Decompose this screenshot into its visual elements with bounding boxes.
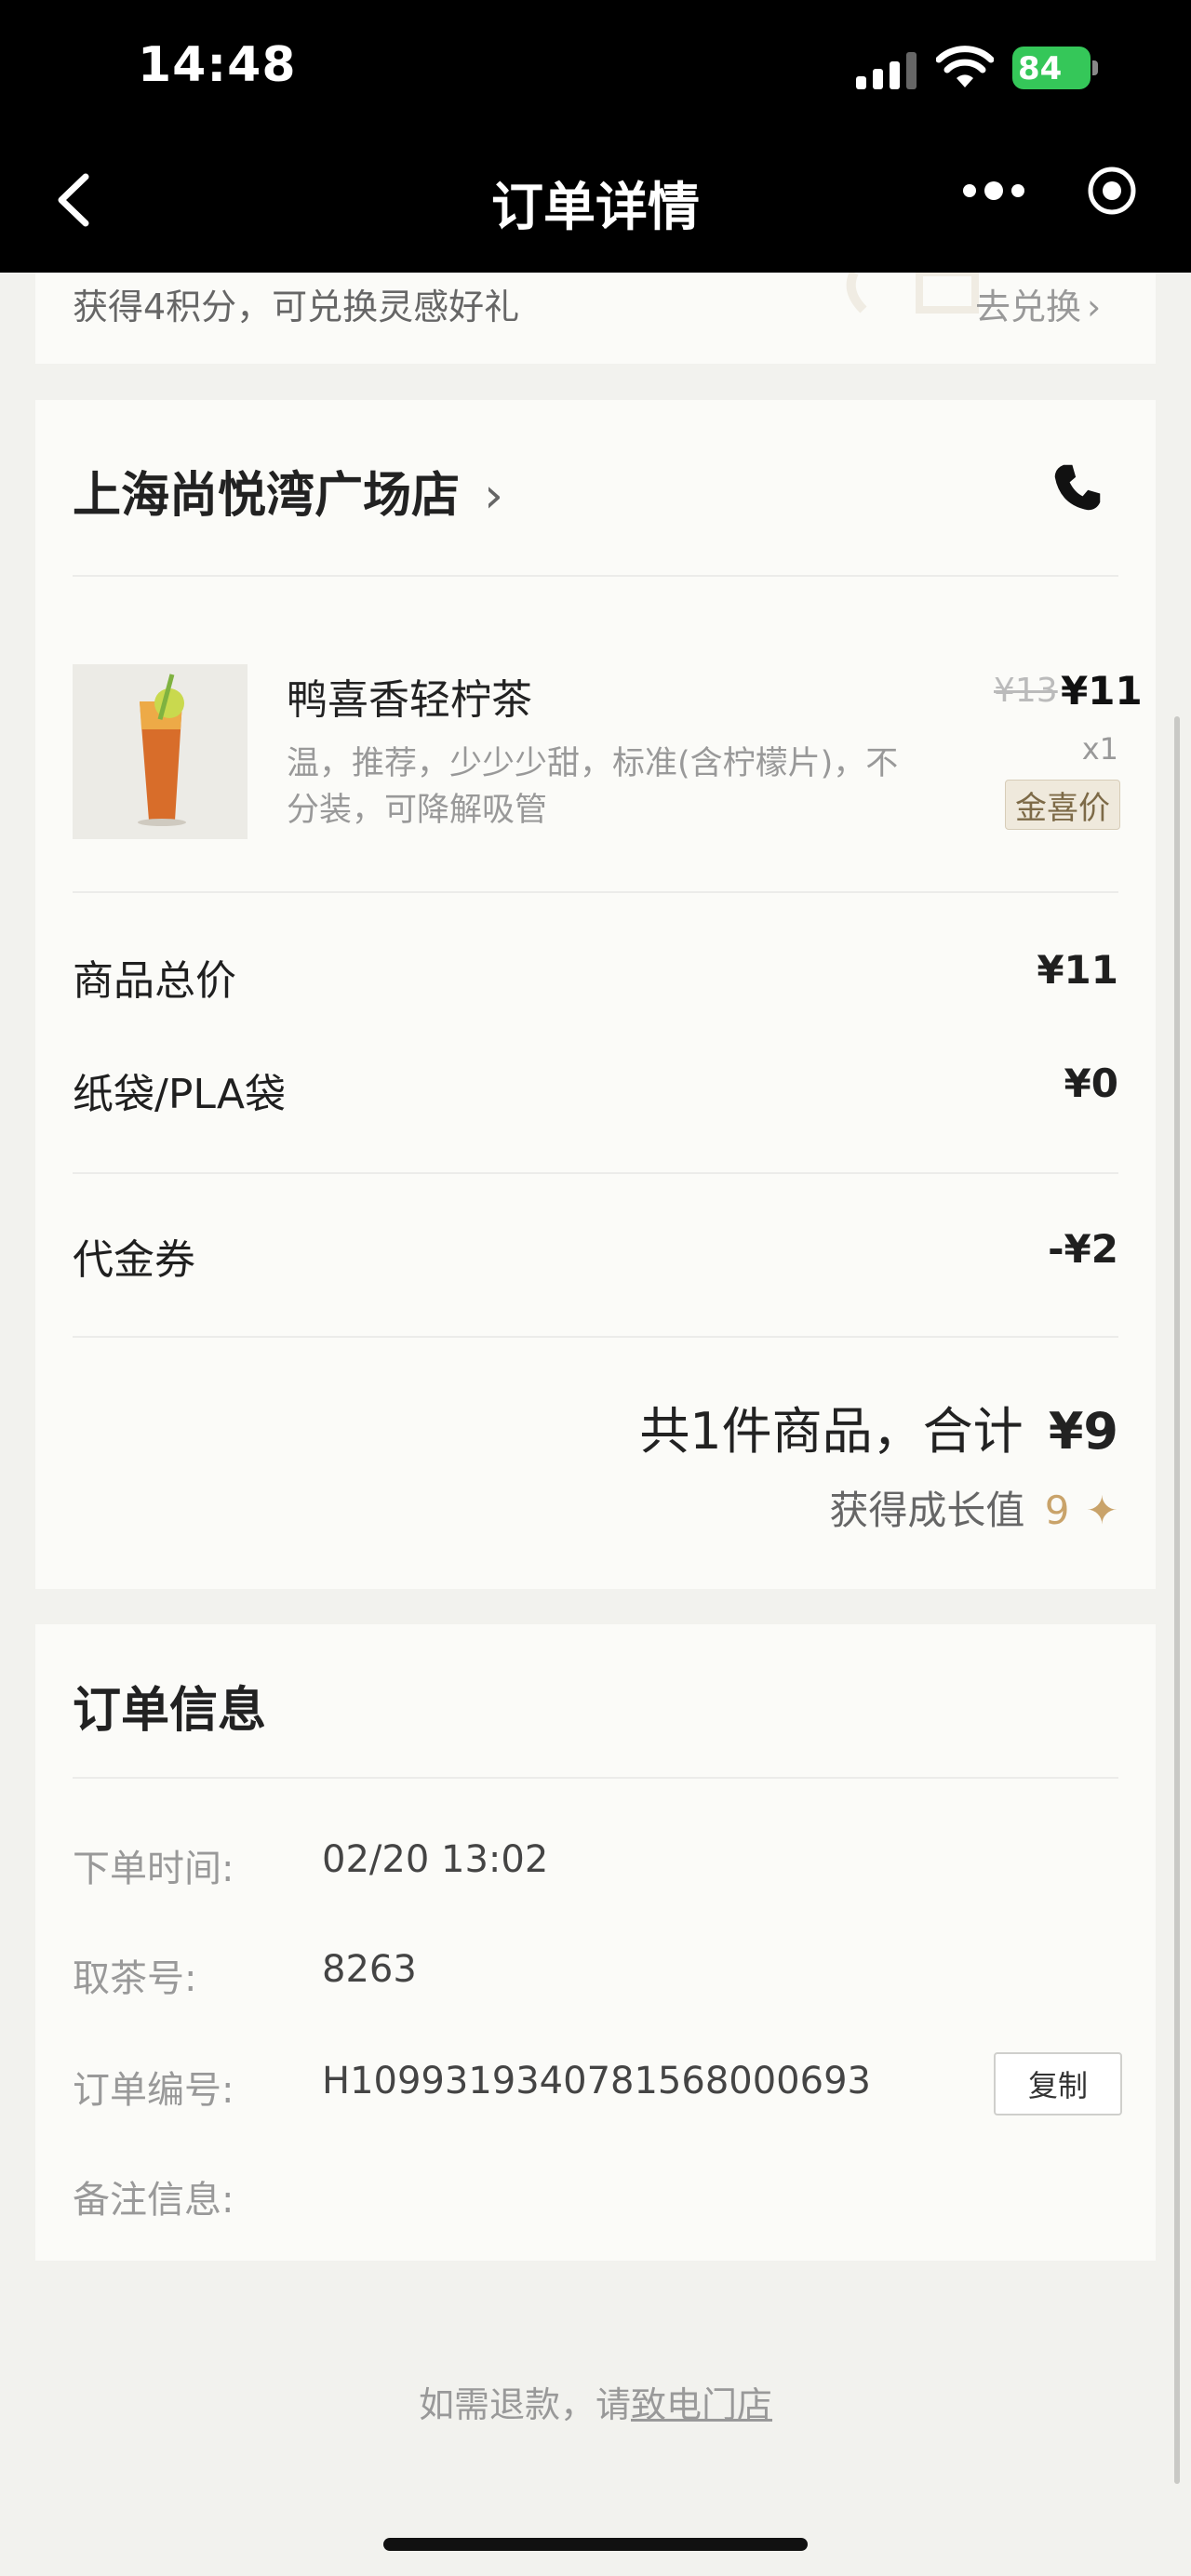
pickup-number-label: 取茶号: <box>73 1957 197 2000</box>
order-time-label: 下单时间: <box>73 1848 234 1890</box>
product-price: ¥11 <box>1061 668 1143 714</box>
battery-level: 84 <box>1018 50 1063 87</box>
bag-fee-value: ¥0 <box>1064 1061 1118 1106</box>
order-number-label: 订单编号: <box>73 2069 234 2112</box>
store-name: 上海尚悦湾广场店 <box>73 468 461 524</box>
voucher-label: 代金券 <box>73 1236 195 1284</box>
cellular-signal-icon <box>856 52 917 89</box>
remark-label: 备注信息: <box>73 2179 234 2222</box>
voucher-value: -¥2 <box>1048 1226 1118 1272</box>
product-options-line-1: 温，推荐，少少少甜，标准(含柠檬片)，不 <box>287 745 899 782</box>
product-name: 鸭喜香轻柠茶 <box>287 676 532 724</box>
divider <box>73 891 1118 893</box>
original-price: ¥13 <box>994 672 1058 710</box>
close-miniprogram-icon[interactable] <box>1085 164 1139 218</box>
call-store-link[interactable]: 致电门店 <box>631 2384 772 2425</box>
divider <box>73 575 1118 577</box>
scrollbar[interactable] <box>1174 716 1180 2484</box>
wifi-icon <box>936 46 994 87</box>
top-bar: 14:48 84 订单详情 <box>0 0 1191 273</box>
growth-points: 获得成长值 9 ✦ <box>651 1479 1118 1536</box>
order-total: 共1件商品，合计 ¥9 <box>465 1390 1118 1463</box>
redeem-label: 去兑换 <box>975 287 1082 327</box>
points-text: 获得4积分，可兑换灵感好礼 <box>73 287 520 327</box>
subtotal-label: 商品总价 <box>73 957 236 1005</box>
order-total-value: ¥9 <box>1048 1402 1118 1461</box>
copy-button[interactable]: 复制 <box>994 2052 1122 2116</box>
redeem-link[interactable]: 去兑换 › <box>975 278 1101 329</box>
chevron-right-icon: › <box>484 468 503 524</box>
order-total-label: 共1件商品，合计 <box>639 1402 1024 1461</box>
status-time: 14:48 <box>138 37 297 93</box>
gift-decoration-icon <box>846 273 979 314</box>
order-number-value: H1099319340781568000693 <box>322 2060 871 2102</box>
price-tag-badge: 金喜价 <box>1005 780 1120 830</box>
sparkle-icon: ✦ <box>1085 1488 1118 1533</box>
divider <box>73 1172 1118 1174</box>
battery-icon: 84 <box>1012 47 1098 89</box>
order-time-value: 02/20 13:02 <box>322 1838 549 1881</box>
growth-label: 获得成长值 <box>829 1488 1025 1533</box>
bag-fee-label: 纸袋/PLA袋 <box>73 1071 286 1118</box>
store-link[interactable]: 上海尚悦湾广场店 › <box>73 456 503 526</box>
home-indicator <box>383 2538 808 2551</box>
product-options-line-2: 分装，可降解吸管 <box>287 792 548 829</box>
refund-prefix: 如需退款，请 <box>418 2384 631 2425</box>
order-info-title: 订单信息 <box>73 1683 267 1739</box>
chevron-right-icon: › <box>1087 287 1102 327</box>
more-icon[interactable] <box>958 167 1029 214</box>
product-quantity: x1 <box>1081 731 1118 767</box>
points-card: 获得4积分，可兑换灵感好礼 去兑换 › <box>35 273 1156 364</box>
pickup-number-value: 8263 <box>322 1948 417 1991</box>
divider <box>73 1777 1118 1779</box>
product-image <box>73 664 248 839</box>
divider <box>73 1336 1118 1338</box>
phone-icon[interactable] <box>1051 461 1104 514</box>
subtotal-value: ¥11 <box>1037 947 1118 993</box>
refund-note: 如需退款，请致电门店 <box>0 2376 1191 2427</box>
drink-cup-image <box>138 674 186 826</box>
growth-value: 9 <box>1044 1488 1070 1533</box>
